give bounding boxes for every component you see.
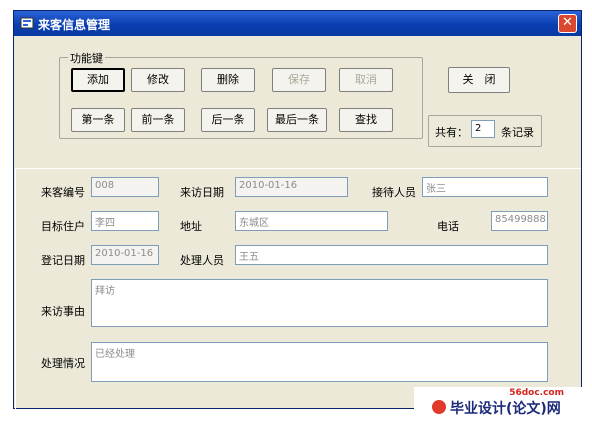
visit-date-label: 来访日期 <box>180 186 224 199</box>
site-logo: 56doc.com 毕业设计(论文)网 <box>414 387 592 421</box>
record-count-prefix: 共有： <box>435 126 468 139</box>
handler-field[interactable]: 王五 <box>235 245 548 265</box>
first-record-button[interactable]: 第一条 <box>71 108 125 132</box>
address-label: 地址 <box>180 220 202 233</box>
window-title: 来客信息管理 <box>38 18 111 32</box>
handler-label: 处理人员 <box>180 254 224 267</box>
register-date-label: 登记日期 <box>41 254 85 267</box>
save-button[interactable]: 保存 <box>272 68 326 92</box>
close-icon: ✕ <box>562 15 573 30</box>
edit-button[interactable]: 修改 <box>131 68 185 92</box>
site-logo-mark <box>432 400 446 414</box>
last-record-button[interactable]: 最后一条 <box>267 108 327 132</box>
cancel-button[interactable]: 取消 <box>339 68 393 92</box>
title-bar[interactable]: 来客信息管理 ✕ <box>14 11 581 36</box>
reason-field[interactable]: 拜访 <box>91 279 548 327</box>
main-window: 来客信息管理 ✕ 功能键 添加 修改 删除 保存 取消 第一条 前一条 后一条 … <box>13 10 582 409</box>
phone-label: 电话 <box>437 220 459 233</box>
next-record-button[interactable]: 后一条 <box>201 108 255 132</box>
register-date-field[interactable]: 2010-01-16 <box>91 245 159 265</box>
receptionist-label: 接待人员 <box>372 186 416 199</box>
result-field[interactable]: 已经处理 <box>91 342 548 382</box>
delete-button[interactable]: 删除 <box>201 68 255 92</box>
site-logo-url: 56doc.com <box>509 388 564 398</box>
record-count-field: 2 <box>471 120 495 138</box>
visitor-no-field[interactable]: 008 <box>91 177 159 197</box>
reason-label: 来访事由 <box>41 305 85 318</box>
function-keys-legend: 功能键 <box>68 50 105 66</box>
app-icon <box>20 17 34 29</box>
add-button[interactable]: 添加 <box>71 68 125 92</box>
prev-record-button[interactable]: 前一条 <box>131 108 185 132</box>
record-count-suffix: 条记录 <box>501 126 534 139</box>
visitor-no-label: 来客编号 <box>41 186 85 199</box>
receptionist-field[interactable]: 张三 <box>422 177 548 197</box>
result-label: 处理情况 <box>41 357 85 370</box>
visit-date-field[interactable]: 2010-01-16 <box>235 177 348 197</box>
target-resident-field[interactable]: 李四 <box>91 211 159 231</box>
target-resident-label: 目标住户 <box>41 220 85 233</box>
address-field[interactable]: 东城区 <box>235 211 388 231</box>
close-button[interactable]: 关 闭 <box>448 67 510 93</box>
site-logo-text: 毕业设计(论文)网 <box>450 401 561 417</box>
phone-field[interactable]: 85499888 <box>491 211 548 231</box>
find-button[interactable]: 查找 <box>339 108 393 132</box>
window-close-button[interactable]: ✕ <box>558 14 577 33</box>
